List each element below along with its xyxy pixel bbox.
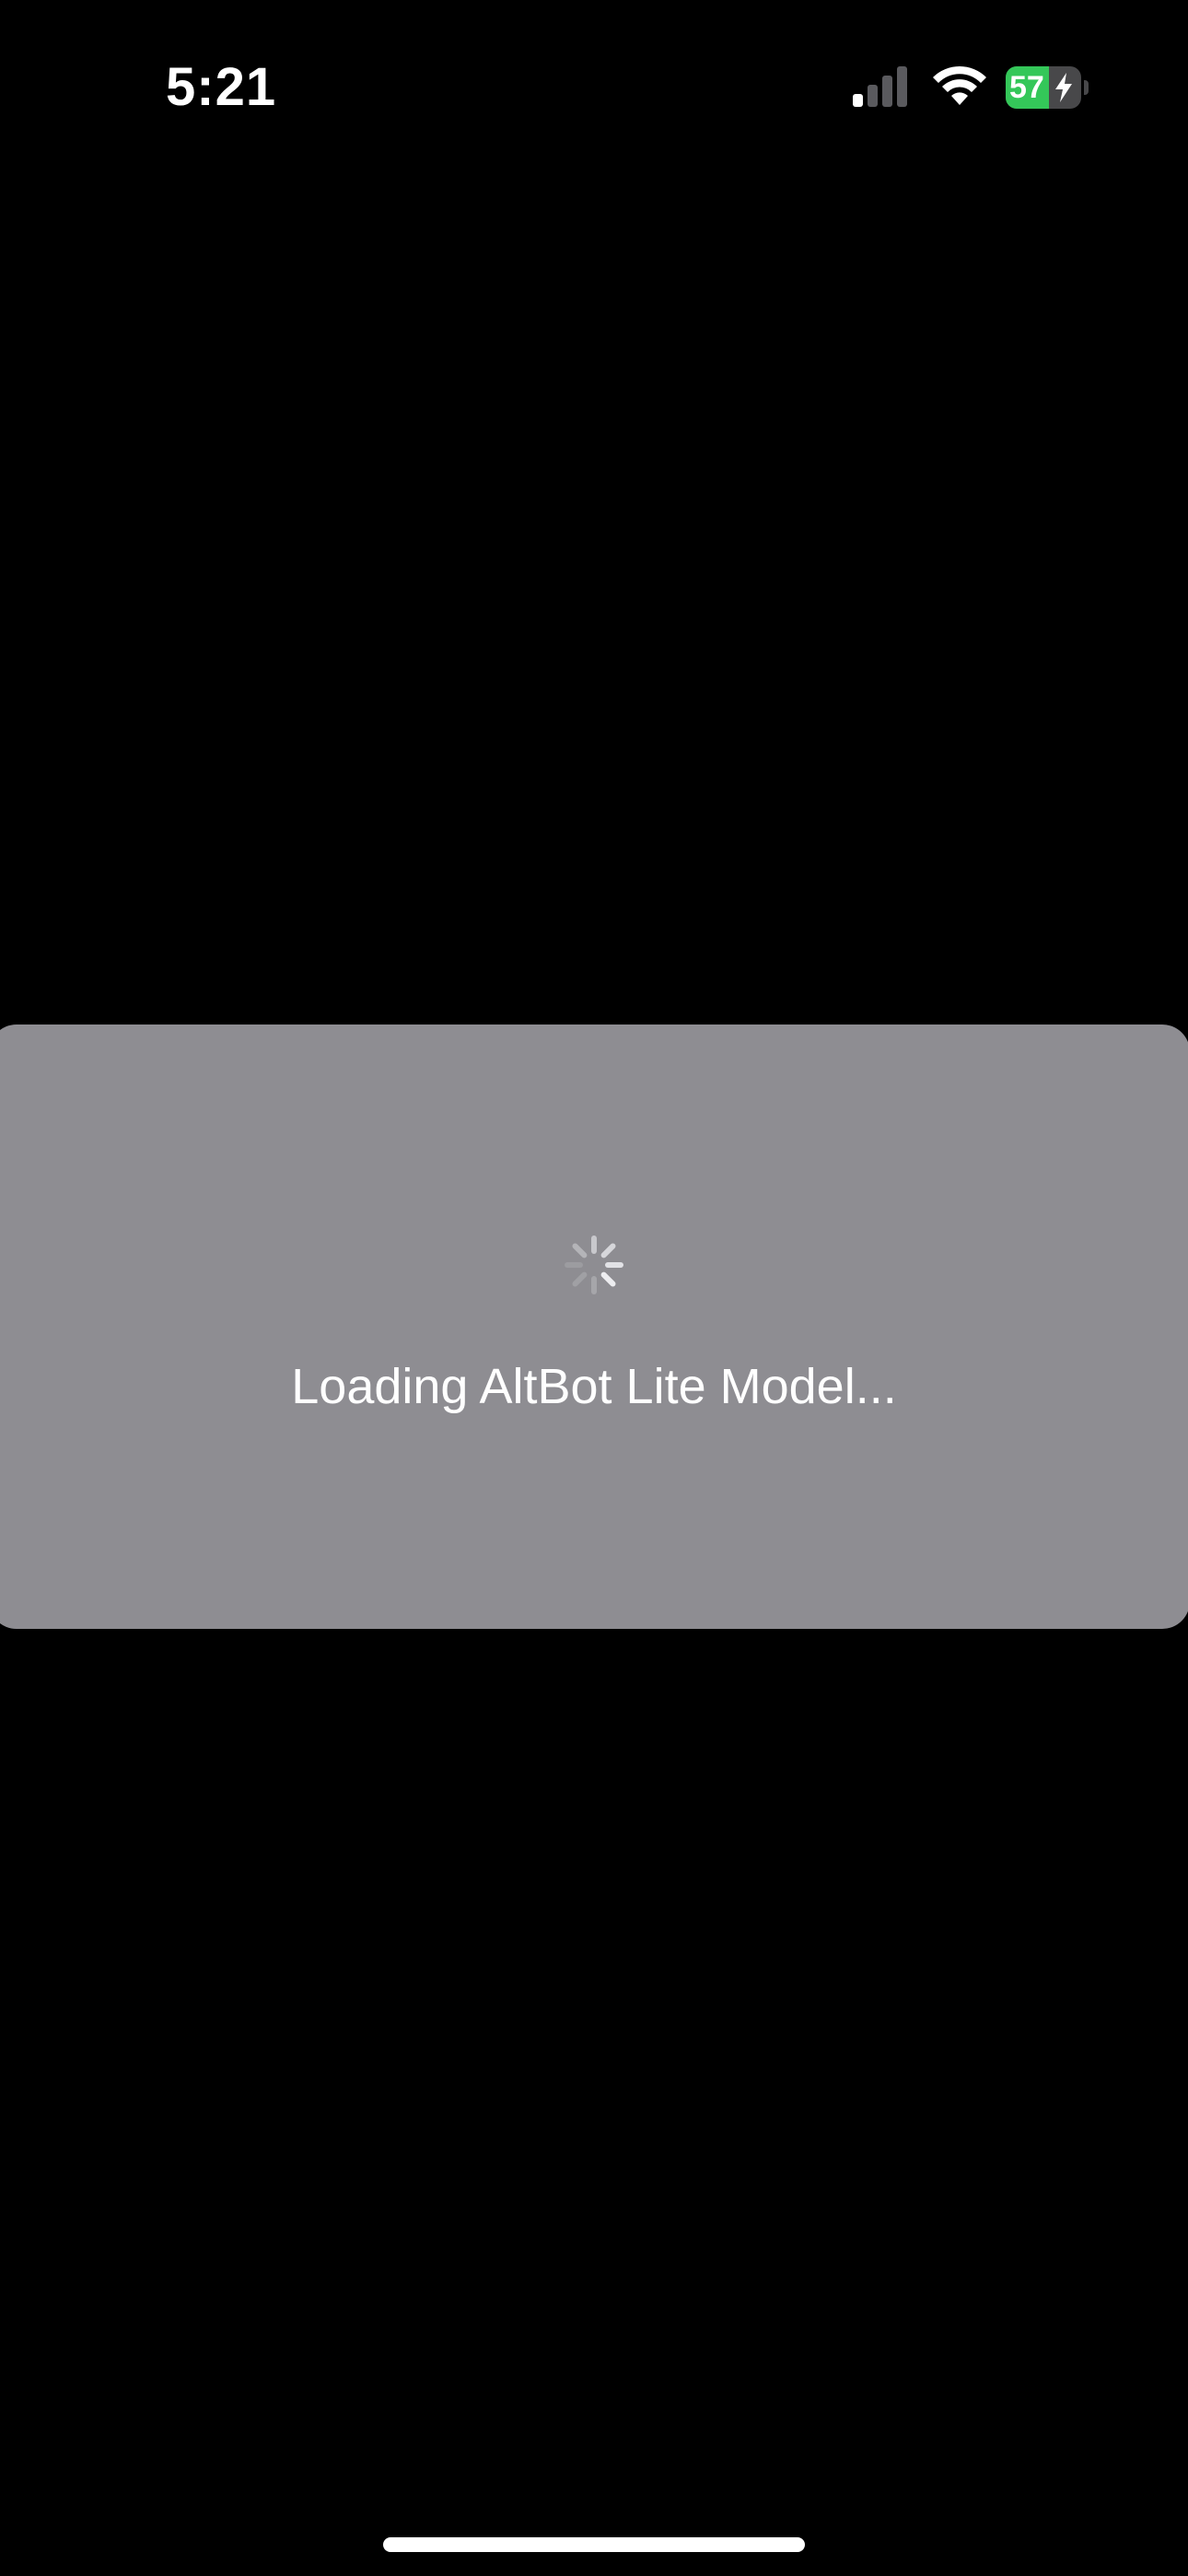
loading-overlay-card bbox=[0, 1025, 1188, 1629]
wifi-icon bbox=[933, 65, 986, 105]
battery-indicator: 57 bbox=[1006, 66, 1089, 109]
status-bar: 5:21 57 bbox=[0, 0, 1188, 175]
cellular-signal-icon bbox=[853, 66, 907, 107]
battery-body: 57 bbox=[1006, 66, 1081, 109]
home-indicator[interactable] bbox=[383, 2537, 805, 2552]
bolt-icon bbox=[1055, 73, 1072, 102]
activity-spinner-icon bbox=[565, 1235, 623, 1294]
loading-message: Loading AltBot Lite Model... bbox=[291, 1359, 897, 1414]
battery-percent: 57 bbox=[1009, 70, 1044, 105]
status-time: 5:21 bbox=[166, 57, 277, 117]
battery-cap bbox=[1084, 80, 1089, 95]
